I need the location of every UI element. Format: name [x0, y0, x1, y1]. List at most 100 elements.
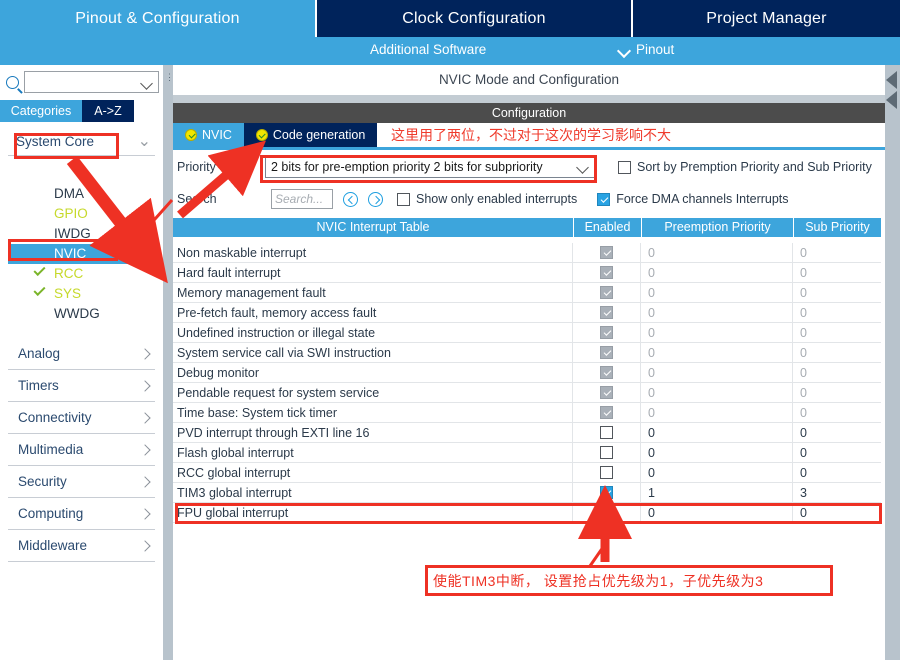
preemption-priority-cell[interactable]: 0 [641, 363, 793, 382]
preemption-priority-cell[interactable]: 1 [641, 483, 793, 502]
sidebar-item-wwdg[interactable]: WWDG [8, 304, 155, 324]
table-row[interactable]: Debug monitor 0 0 [173, 363, 881, 383]
table-row[interactable]: Pendable request for system service 0 0 [173, 383, 881, 403]
toggle-a-to-z[interactable]: A->Z [82, 100, 134, 122]
tab-clock-configuration[interactable]: Clock Configuration [315, 0, 633, 37]
enabled-cell[interactable] [573, 323, 641, 342]
collapse-left-arrow-icon[interactable] [886, 71, 897, 89]
preemption-priority-cell[interactable]: 0 [641, 323, 793, 342]
sidebar-item-analog[interactable]: Analog [8, 338, 155, 370]
preemption-priority-cell[interactable]: 0 [641, 383, 793, 402]
sidebar-item-sys[interactable]: SYS [8, 283, 155, 304]
sidebar-item-timers[interactable]: Timers [8, 370, 155, 402]
table-row[interactable]: Pre-fetch fault, memory access fault 0 0 [173, 303, 881, 323]
sub-priority-cell[interactable]: 0 [793, 323, 881, 342]
force-dma-checkbox[interactable]: Force DMA channels Interrupts [597, 192, 789, 206]
group-header-system-core[interactable]: System Core ⌄ [8, 130, 155, 156]
tab-pinout-configuration[interactable]: Pinout & Configuration [0, 0, 315, 37]
preemption-priority-cell[interactable]: 0 [641, 343, 793, 362]
sidebar-item-multimedia[interactable]: Multimedia [8, 434, 155, 466]
divider [173, 95, 885, 103]
enabled-cell[interactable] [573, 463, 641, 482]
sidebar-item-dma[interactable]: DMA [8, 184, 155, 204]
sub-priority-cell[interactable]: 0 [793, 383, 881, 402]
chevron-left-circle-icon[interactable] [343, 191, 358, 207]
sidebar-item-security[interactable]: Security [8, 466, 155, 498]
sub-priority-cell[interactable]: 0 [793, 443, 881, 462]
interrupt-search-input[interactable]: Search... [271, 189, 333, 209]
enabled-cell[interactable] [573, 383, 641, 402]
collapse-left-arrow-icon-2[interactable] [886, 91, 897, 109]
tab-project-manager[interactable]: Project Manager [633, 0, 900, 37]
table-row[interactable]: PVD interrupt through EXTI line 16 0 0 [173, 423, 881, 443]
search-input[interactable] [24, 71, 159, 93]
right-collapse-rail[interactable] [885, 65, 900, 660]
preemption-priority-cell[interactable]: 0 [641, 303, 793, 322]
tab-pinout[interactable]: Pinout [618, 42, 674, 57]
sidebar-item-rcc[interactable]: RCC [8, 263, 155, 284]
table-row[interactable]: Flash global interrupt 0 0 [173, 443, 881, 463]
tab-additional-software[interactable]: Additional Software [370, 42, 486, 57]
table-row[interactable]: Hard fault interrupt 0 0 [173, 263, 881, 283]
sub-priority-cell[interactable]: 0 [793, 463, 881, 482]
sub-priority-cell[interactable]: 0 [793, 343, 881, 362]
column-header-sub[interactable]: Sub Priority [793, 218, 881, 237]
chevron-right-circle-icon[interactable] [368, 191, 383, 207]
enabled-cell[interactable] [573, 303, 641, 322]
table-row[interactable]: TIM3 global interrupt 1 3 [173, 483, 881, 503]
tab-nvic[interactable]: NVIC [173, 123, 244, 147]
enabled-cell[interactable] [573, 363, 641, 382]
table-row[interactable]: Undefined instruction or illegal state 0 0 [173, 323, 881, 343]
panel-splitter[interactable]: ⋮ [163, 65, 174, 660]
enabled-cell[interactable] [573, 343, 641, 362]
column-header-name[interactable]: NVIC Interrupt Table [173, 218, 573, 237]
preemption-priority-cell[interactable]: 0 [641, 403, 793, 422]
enabled-cell[interactable] [573, 403, 641, 422]
sidebar-item-nvic[interactable]: NVIC [8, 244, 155, 264]
sidebar-item-computing[interactable]: Computing [8, 498, 155, 530]
sub-priority-cell[interactable]: 0 [793, 243, 881, 262]
sidebar-item-middleware[interactable]: Middleware [8, 530, 155, 562]
sub-priority-cell[interactable]: 3 [793, 483, 881, 502]
sub-priority-cell[interactable]: 0 [793, 303, 881, 322]
table-row[interactable]: Time base: System tick timer 0 0 [173, 403, 881, 423]
table-row[interactable]: Memory management fault 0 0 [173, 283, 881, 303]
priority-group-select[interactable]: 2 bits for pre-emption priority 2 bits f… [265, 156, 595, 178]
column-header-enabled[interactable]: Enabled [573, 218, 641, 237]
enabled-cell[interactable] [573, 283, 641, 302]
sub-priority-cell[interactable]: 0 [793, 403, 881, 422]
sub-priority-cell[interactable]: 0 [793, 503, 881, 522]
preemption-priority-cell[interactable]: 0 [641, 243, 793, 262]
enabled-cell[interactable] [573, 263, 641, 282]
sub-priority-cell[interactable]: 0 [793, 263, 881, 282]
preemption-priority-cell[interactable]: 0 [641, 263, 793, 282]
table-row[interactable]: RCC global interrupt 0 0 [173, 463, 881, 483]
checkbox-checked-disabled-icon [600, 326, 613, 339]
sub-priority-cell[interactable]: 0 [793, 283, 881, 302]
toggle-categories[interactable]: Categories [0, 100, 82, 122]
enabled-cell[interactable] [573, 443, 641, 462]
enabled-cell[interactable] [573, 243, 641, 262]
sub-priority-cell[interactable]: 0 [793, 423, 881, 442]
category-label: Security [18, 474, 67, 489]
enabled-cell[interactable] [573, 423, 641, 442]
preemption-priority-cell[interactable]: 0 [641, 283, 793, 302]
column-header-preemption[interactable]: Preemption Priority [641, 218, 793, 237]
enabled-cell[interactable] [573, 483, 641, 502]
sidebar-item-connectivity[interactable]: Connectivity [8, 402, 155, 434]
table-row[interactable]: System service call via SWI instruction 0… [173, 343, 881, 363]
sidebar-item-iwdg[interactable]: IWDG [8, 224, 155, 244]
table-row[interactable]: FPU global interrupt 0 0 [173, 503, 881, 523]
show-enabled-checkbox[interactable]: Show only enabled interrupts [397, 192, 577, 206]
sidebar-item-gpio[interactable]: GPIO [8, 204, 155, 224]
table-row[interactable]: Non maskable interrupt 0 0 [173, 243, 881, 263]
enabled-cell[interactable] [573, 503, 641, 522]
sub-priority-cell[interactable]: 0 [793, 363, 881, 382]
tab-code-generation[interactable]: Code generation [243, 123, 378, 147]
preemption-priority-cell[interactable]: 0 [641, 443, 793, 462]
preemption-priority-cell[interactable]: 0 [641, 503, 793, 522]
preemption-priority-cell[interactable]: 0 [641, 463, 793, 482]
scroll-spinner-icon[interactable]: ▲ ▼ [8, 160, 155, 184]
sort-by-priority-checkbox[interactable]: Sort by Premption Priority and Sub Prior… [618, 160, 872, 174]
preemption-priority-cell[interactable]: 0 [641, 423, 793, 442]
